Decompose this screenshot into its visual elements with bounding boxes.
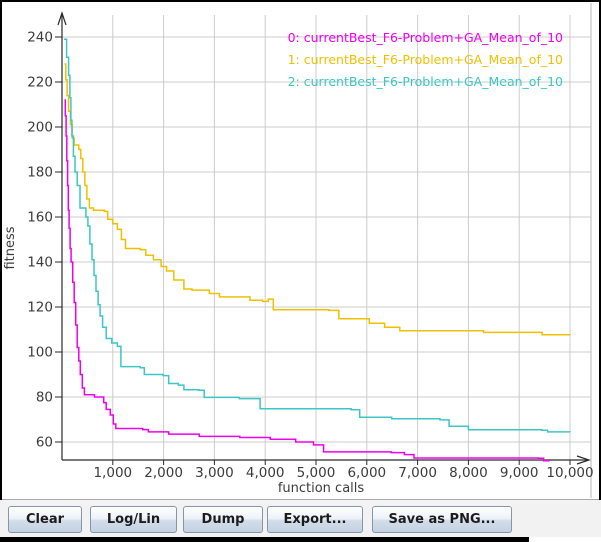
x-tick-label: 9,000 <box>500 465 539 481</box>
x-tick-label: 5,000 <box>297 465 336 481</box>
plot-panel: 60 80 100 120 140 160 180 200 220 240 1,000 2,000 3,… <box>0 0 601 500</box>
window-border-top <box>0 0 601 2</box>
log-lin-button[interactable]: Log/Lin <box>90 506 177 533</box>
series-line <box>64 39 570 432</box>
window-bottom-edge <box>0 537 529 542</box>
y-tick-label: 120 <box>27 300 53 316</box>
x-tick-label: 2,000 <box>144 465 183 481</box>
legend-entry: 0: currentBest_F6-Problem+GA_Mean_of_10 <box>288 30 563 45</box>
y-tick-label: 60 <box>36 435 53 451</box>
y-tick-label: 240 <box>27 30 53 46</box>
y-tick-label: 160 <box>27 210 53 226</box>
y-tick-label: 100 <box>27 345 53 361</box>
y-tick-label: 80 <box>36 390 53 406</box>
series-line <box>65 64 571 335</box>
x-tick-label: 1,000 <box>93 465 132 481</box>
fitness-chart: 60 80 100 120 140 160 180 200 220 240 1,000 2,000 3,… <box>0 0 601 500</box>
y-tick-label: 200 <box>27 120 53 136</box>
legend-entry: 1: currentBest_F6-Problem+GA_Mean_of_10 <box>288 52 563 67</box>
clear-button[interactable]: Clear <box>8 506 82 533</box>
x-tick-label: 6,000 <box>347 465 386 481</box>
x-axis-title: function calls <box>278 481 365 496</box>
y-tick-label: 140 <box>27 255 53 271</box>
x-tick-label: 10,000 <box>546 465 593 481</box>
dump-button[interactable]: Dump <box>183 506 263 533</box>
y-tick-label: 220 <box>27 75 53 91</box>
save-as-png-button[interactable]: Save as PNG... <box>372 506 512 533</box>
x-tick-label: 8,000 <box>449 465 488 481</box>
y-axis-title: fitness <box>3 226 18 269</box>
window-border-left <box>0 0 2 500</box>
x-tick-label: 7,000 <box>398 465 437 481</box>
button-bar: Clear Log/Lin Dump Export... Save as PNG… <box>0 500 601 537</box>
export-button[interactable]: Export... <box>267 506 363 533</box>
x-tick-label: 4,000 <box>246 465 285 481</box>
y-tick-label: 180 <box>27 165 53 181</box>
legend-entry: 2: currentBest_F6-Problem+GA_Mean_of_10 <box>288 74 563 89</box>
x-tick-label: 3,000 <box>195 465 234 481</box>
series-line <box>65 100 550 461</box>
